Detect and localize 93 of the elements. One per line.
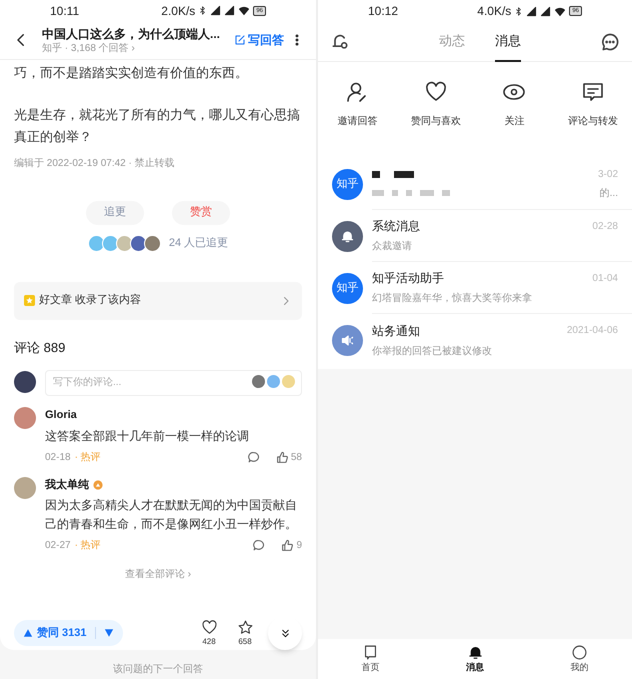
speech-bubble-icon[interactable] [252,539,266,552]
comment-icon [580,80,605,104]
comment-text: 因为太多高精尖人才在默默无闻的为中国贡献自己的青春和生命，而不是像网红小丑一样炒作。 [45,497,298,533]
tab[interactable]: 消息 [495,22,521,62]
write-answer-button[interactable]: 写回答 [234,31,284,50]
comment-author: 我太单纯 [45,478,89,492]
user-avatar [14,407,36,429]
app-avatar: 知乎 [332,168,363,200]
bluetooth-icon [198,5,208,16]
signal-icon [526,6,538,16]
message-preview: 众裁邀请 [372,240,412,254]
message-title: 系统消息 [372,218,421,235]
like-count: 58 [290,450,302,464]
avatar [102,234,119,252]
question-title[interactable]: 中国人口这么多，为什么顶端人... [42,26,230,42]
comment-text: 这答案全部跟十几年前一模一样的论调 [45,428,250,444]
star-icon [236,618,254,636]
message-date: 2021-04-06 [566,324,618,338]
redacted-block [372,170,380,178]
comment-author: Gloria [45,408,77,423]
vote-button[interactable]: 赞同 3131 [14,620,123,646]
message-row[interactable]: 知乎 知乎活动助手 01-04 幻塔冒险嘉年华，惊喜大奖等你来拿 [318,262,632,314]
user-avatar [14,371,36,393]
wifi-icon [238,5,250,16]
hot-comment-tag: · 热评 [74,538,252,553]
upvote-icon [23,628,33,638]
edit-icon [234,34,246,46]
message-date: 3-02 [598,168,618,182]
edit-info: 编辑于 2022-02-19 07:42 · 禁止转载 [14,156,176,170]
speech-bubble-icon[interactable] [246,450,260,464]
message-date: 02-28 [592,220,618,234]
heart-icon [424,80,448,104]
status-time: 10:12 [368,3,398,20]
bluetooth-icon [514,6,524,16]
signal-icon [540,6,552,16]
signal-icon [224,5,236,16]
redacted-block [394,170,414,178]
message-row[interactable]: 知乎 3-02 的... [318,158,632,210]
message-row[interactable]: 系统消息 02-28 众裁邀请 [318,210,632,262]
message-preview: 幻塔冒险嘉年华，惊喜大奖等你来拿 [372,292,532,306]
shortcut-button[interactable]: 邀请回答 [318,80,396,158]
heart-icon [200,618,218,636]
avatar [144,234,161,252]
nav-tab[interactable]: 首页 [318,644,423,674]
profile-icon [571,644,588,661]
redacted-block [406,190,412,196]
redacted-block [420,190,434,196]
article-paragraph: 巧，而不是踏踏实实创造有价值的东西。 [14,64,249,82]
message-preview: 的... [600,186,618,200]
user-avatar [14,476,36,498]
heart-button[interactable]: 428 [196,618,222,648]
followers-count: 24 人已追更 [168,236,228,251]
chat-icon[interactable] [600,32,620,52]
nav-tab[interactable]: 消息 [422,644,528,674]
message-title: 知乎活动助手 [372,270,445,287]
reward-button[interactable]: 赞赏 [172,200,230,224]
redacted-block [392,190,398,196]
bell-icon [340,228,355,244]
hot-comment-tag: · 热评 [74,450,247,464]
nav-tab[interactable]: 我的 [527,644,632,674]
comment-date: 02-18 [45,450,71,464]
message-preview: 你举报的回答已被建议修改 [372,344,492,358]
status-time: 10:11 [50,2,80,20]
avatar [130,234,147,252]
double-chevron-icon [280,628,290,638]
collection-banner[interactable]: 好文章 收录了该内容 [14,282,302,320]
redacted-block [372,190,384,196]
wifi-icon [554,6,566,16]
app-avatar: 知乎 [332,272,363,304]
comment-date: 02-27 [45,539,71,553]
network-speed: 4.0K/s [477,3,512,20]
article-paragraph: 光是生存，就花光了所有的力气，哪儿又有心思搞真正的创举？ [14,106,301,146]
comment-field[interactable]: 写下你的评论... [45,370,302,396]
downvote-icon [104,628,114,638]
comments-heading: 评论 889 [14,338,66,356]
collection-text: 好文章 收录了该内容 [39,292,142,308]
avatar [116,234,133,252]
star-icon [24,295,35,306]
signal-icon [210,5,222,16]
shortcut-button[interactable]: 赞同与喜欢 [396,80,475,158]
shortcut-button[interactable]: 评论与转发 [554,80,632,158]
message-title: 站务通知 [372,322,421,340]
speaker-icon [340,332,355,348]
avatar [88,234,105,252]
thumbs-up-icon[interactable] [281,539,294,552]
message-row[interactable]: 站务通知 2021-04-06 你举报的回答已被建议修改 [318,314,632,366]
shortcut-button[interactable]: 关注 [475,80,554,158]
thumbs-up-icon[interactable] [276,450,289,464]
like-count: 9 [296,539,302,553]
network-speed: 2.0K/s [161,2,196,20]
message-date: 01-04 [592,272,618,286]
star-button[interactable]: 658 [232,618,258,648]
redacted-block [442,190,450,196]
